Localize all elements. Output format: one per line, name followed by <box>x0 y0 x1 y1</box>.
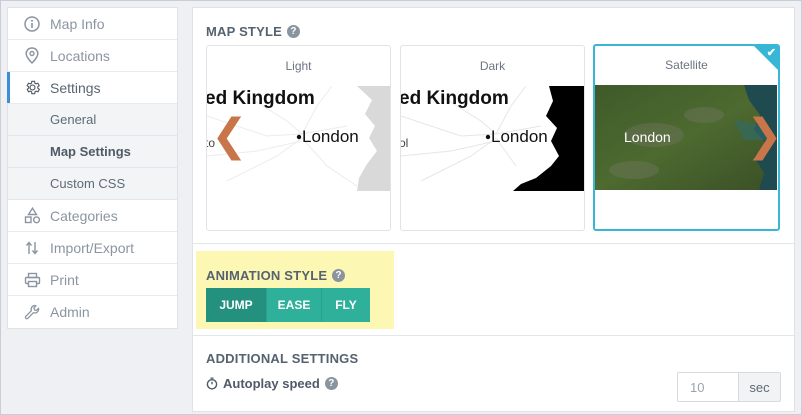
sidebar-item-settings[interactable]: Settings <box>7 72 177 104</box>
sidebar-subitem-map-settings[interactable]: Map Settings <box>8 136 177 168</box>
info-icon <box>23 15 41 33</box>
section-divider <box>193 335 794 336</box>
map-style-carousel: Light ed Kingdom London to ❮ <box>206 44 786 231</box>
help-icon[interactable]: ? <box>286 25 300 38</box>
sidebar-subitem-label: General <box>50 112 97 127</box>
sidebar-item-label: Locations <box>50 47 110 64</box>
printer-icon <box>23 271 41 289</box>
animation-style-title: ANIMATION STYLE <box>206 268 328 283</box>
sidebar-item-admin[interactable]: Admin <box>8 296 177 328</box>
checkmark-icon: ✔ <box>766 47 776 59</box>
map-style-card-dark[interactable]: Dark ed Kingdom London ol <box>400 45 585 231</box>
sidebar-item-label: Admin <box>50 304 90 320</box>
gear-icon <box>23 79 41 97</box>
sidebar-item-label: Map Info <box>50 15 105 32</box>
sidebar-subitem-label: Map Settings <box>50 144 131 159</box>
card-label: Light <box>285 59 312 73</box>
sidebar-subitem-label: Custom CSS <box>50 176 126 191</box>
sidebar-item-label: Categories <box>50 207 118 224</box>
sidebar-subitem-custom-css[interactable]: Custom CSS <box>8 168 177 200</box>
autoplay-speed-field: sec <box>677 372 781 402</box>
map-text-city: London <box>624 129 671 145</box>
section-divider <box>193 243 794 244</box>
stopwatch-icon <box>206 377 218 390</box>
map-text-country: ed Kingdom <box>207 88 315 109</box>
card-label: Dark <box>479 59 506 73</box>
additional-settings-title: ADDITIONAL SETTINGS <box>206 351 359 366</box>
map-style-title: MAP STYLE <box>206 24 282 39</box>
map-settings-panel: MAP STYLE ? Light ed Kingdom London to <box>192 7 795 412</box>
animation-fly-button[interactable]: FLY <box>322 288 370 322</box>
sidebar-item-import-export[interactable]: Import/Export <box>8 232 177 264</box>
shapes-icon <box>23 207 41 225</box>
sidebar-subitem-general[interactable]: General <box>8 104 177 136</box>
seconds-unit-label: sec <box>739 372 781 402</box>
map-text-edge: ol <box>401 136 408 150</box>
map-thumbnail-dark: ed Kingdom London ol <box>401 86 584 191</box>
autoplay-speed-input[interactable] <box>677 372 739 402</box>
sidebar-item-locations[interactable]: Locations <box>8 40 177 72</box>
autoplay-speed-label: Autoplay speed <box>223 376 320 391</box>
map-text-city: London <box>491 127 548 146</box>
sidebar-item-print[interactable]: Print <box>8 264 177 296</box>
sidebar-item-map-info[interactable]: Map Info <box>8 8 177 40</box>
help-icon[interactable]: ? <box>324 377 338 390</box>
carousel-next-arrow[interactable]: ❯ <box>746 114 778 158</box>
sidebar: Map Info Locations Settings General Map … <box>7 7 178 329</box>
import-export-icon <box>23 239 41 257</box>
map-text-country: ed Kingdom <box>401 88 509 109</box>
animation-style-heading: ANIMATION STYLE ? <box>206 268 346 283</box>
map-style-card-satellite[interactable]: ✔ Satellite London ❯ <box>593 44 780 231</box>
autoplay-speed-label-row: Autoplay speed ? <box>206 376 338 391</box>
map-style-card-light[interactable]: Light ed Kingdom London to ❮ <box>206 45 391 231</box>
map-text-city: London <box>302 127 359 146</box>
animation-jump-button[interactable]: JUMP <box>206 288 267 322</box>
sidebar-item-label: Import/Export <box>50 239 135 256</box>
map-style-heading: MAP STYLE ? <box>206 24 300 39</box>
animation-style-section: ANIMATION STYLE ? JUMP EASE FLY <box>196 251 394 329</box>
animation-style-toggle: JUMP EASE FLY <box>206 288 370 322</box>
sidebar-item-categories[interactable]: Categories <box>8 200 177 232</box>
carousel-prev-arrow[interactable]: ❮ <box>211 114 248 158</box>
wrench-icon <box>23 303 41 321</box>
animation-ease-button[interactable]: EASE <box>267 288 322 322</box>
sidebar-item-label: Settings <box>50 79 101 96</box>
map-pin-icon <box>23 47 41 65</box>
help-icon[interactable]: ? <box>332 269 346 282</box>
card-label: Satellite <box>665 58 708 72</box>
additional-settings-heading: ADDITIONAL SETTINGS <box>206 351 358 366</box>
sidebar-item-label: Print <box>50 271 79 288</box>
